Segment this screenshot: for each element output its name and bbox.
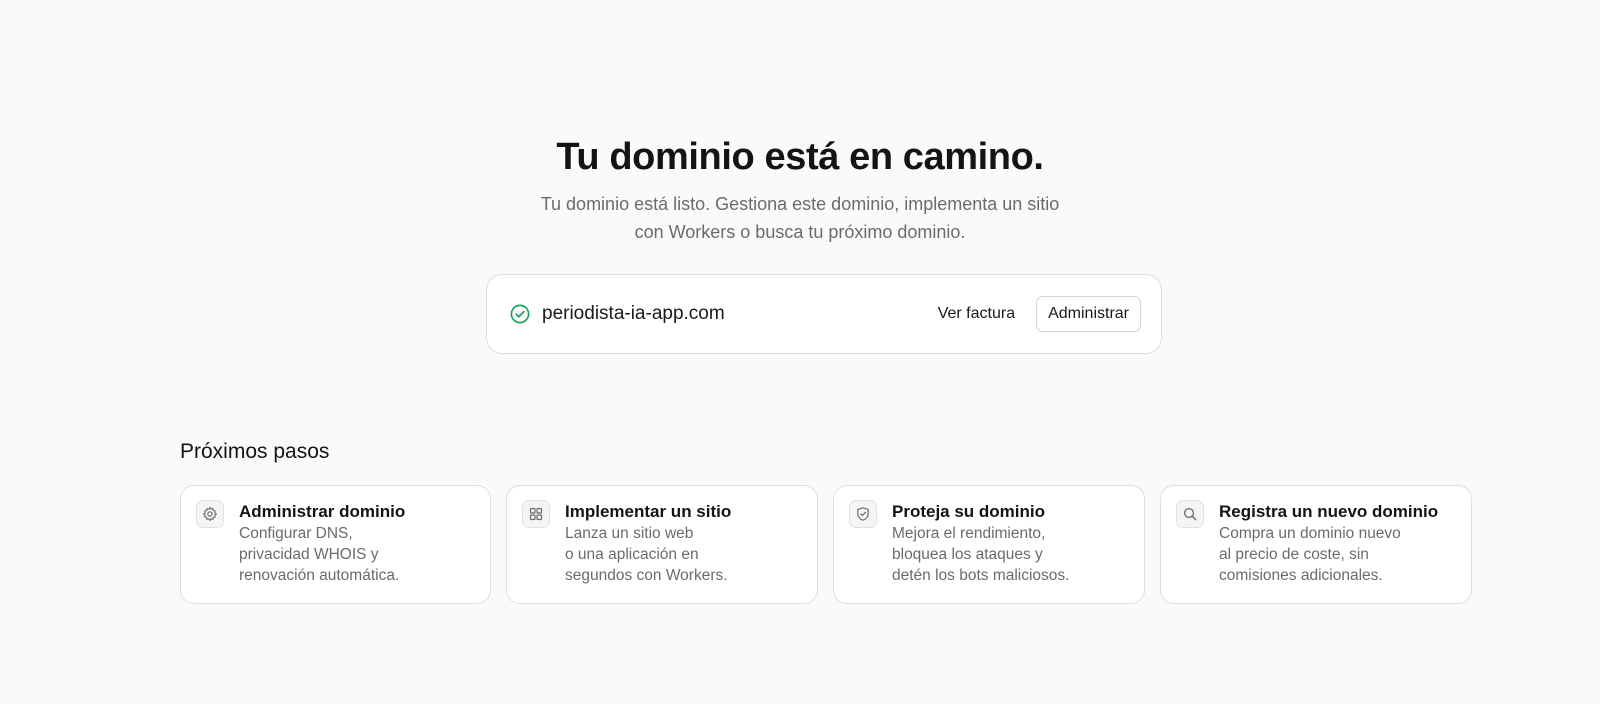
- page-subtitle: Tu dominio está listo. Gestiona este dom…: [540, 194, 1060, 242]
- check-circle-icon: [510, 304, 530, 324]
- step-description: Lanza un sitio web o una aplicación en s…: [565, 525, 728, 584]
- step-title: Administrar dominio: [239, 502, 406, 521]
- step-text: Implementar un sitio Lanza un sitio web …: [565, 500, 731, 593]
- step-title: Registra un nuevo dominio: [1219, 502, 1439, 521]
- search-icon: [1176, 500, 1204, 528]
- domain-status-card: periodista-ia-app.com Ver factura Admini…: [486, 274, 1162, 354]
- step-title: Proteja su dominio: [892, 502, 1046, 521]
- step-text: Administrar dominio Configurar DNS, priv…: [239, 500, 405, 593]
- step-text: Registra un nuevo dominio Compra un domi…: [1219, 500, 1438, 593]
- step-description: Configurar DNS, privacidad WHOIS y renov…: [239, 525, 400, 584]
- view-invoice-link[interactable]: Ver factura: [938, 305, 1015, 323]
- step-card-deploy-site[interactable]: Implementar un sitio Lanza un sitio web …: [506, 485, 818, 604]
- hero: Tu dominio está en camino. Tu dominio es…: [0, 134, 1600, 246]
- manage-button[interactable]: Administrar: [1036, 296, 1141, 332]
- page: Tu dominio está en camino. Tu dominio es…: [0, 0, 1600, 704]
- next-steps-heading: Próximos pasos: [180, 440, 330, 463]
- step-text: Proteja su dominio Mejora el rendimiento…: [892, 500, 1069, 593]
- step-description: Mejora el rendimiento, bloquea los ataqu…: [892, 525, 1070, 584]
- gear-icon: [196, 500, 224, 528]
- step-card-protect-domain[interactable]: Proteja su dominio Mejora el rendimiento…: [833, 485, 1145, 604]
- step-card-register-domain[interactable]: Registra un nuevo dominio Compra un domi…: [1160, 485, 1472, 604]
- step-description: Compra un dominio nuevo al precio de cos…: [1219, 525, 1401, 584]
- next-steps-cards: Administrar dominio Configurar DNS, priv…: [180, 485, 1472, 604]
- step-card-manage-domain[interactable]: Administrar dominio Configurar DNS, priv…: [180, 485, 491, 604]
- step-title: Implementar un sitio: [565, 502, 732, 521]
- page-title: Tu dominio está en camino.: [556, 136, 1044, 178]
- domain-name: periodista-ia-app.com: [542, 303, 725, 324]
- shield-check-icon: [849, 500, 877, 528]
- grid-icon: [522, 500, 550, 528]
